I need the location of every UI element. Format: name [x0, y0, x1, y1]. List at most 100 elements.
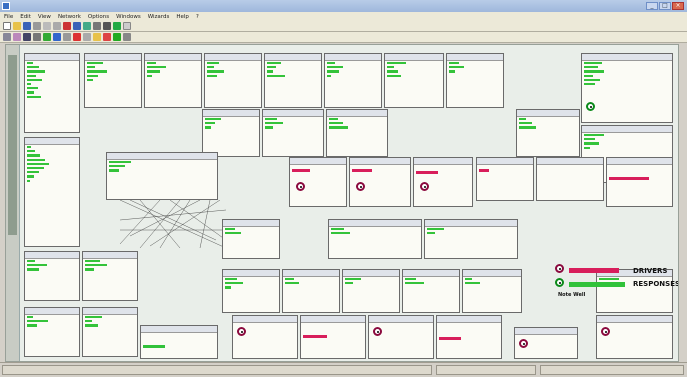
node-panel[interactable] — [384, 53, 444, 108]
delete-icon[interactable] — [63, 22, 71, 30]
copy-icon[interactable] — [43, 22, 51, 30]
driver-node-panel[interactable] — [413, 157, 473, 207]
belief-bars — [465, 278, 487, 286]
run-icon[interactable] — [113, 22, 121, 30]
driver-node-panel[interactable] — [349, 157, 411, 207]
menu-edit[interactable]: Edit — [20, 14, 31, 20]
vertical-scrollbar[interactable] — [6, 45, 20, 361]
driver-node-panel[interactable] — [232, 315, 298, 359]
align-tool-icon[interactable] — [83, 33, 91, 41]
menu-help[interactable]: Help — [176, 14, 189, 20]
node-panel[interactable] — [462, 269, 522, 313]
node-panel[interactable] — [424, 219, 518, 259]
menu-view[interactable]: View — [38, 14, 51, 20]
node-panel[interactable] — [402, 269, 460, 313]
legend-drivers-label: DRIVERS — [633, 267, 668, 275]
driver-node-panel[interactable] — [289, 157, 347, 207]
compile-icon[interactable] — [83, 22, 91, 30]
paste-icon[interactable] — [53, 22, 61, 30]
node-panel[interactable] — [106, 152, 218, 200]
table-icon[interactable] — [93, 22, 101, 30]
node-tool-icon[interactable] — [13, 33, 21, 41]
menu-question[interactable]: ? — [196, 14, 199, 20]
node-title — [537, 158, 603, 165]
maximize-button[interactable]: □ — [659, 2, 671, 10]
driver-node-panel[interactable] — [514, 327, 578, 359]
node-panel[interactable] — [282, 269, 340, 313]
node-panel[interactable] — [264, 53, 322, 108]
cut-icon[interactable] — [33, 22, 41, 30]
menu-network[interactable]: Network — [58, 14, 81, 20]
link-tool-icon[interactable] — [23, 33, 31, 41]
node-title — [385, 54, 443, 61]
node-panel[interactable] — [446, 53, 504, 108]
pencil-icon[interactable] — [103, 33, 111, 41]
node-panel[interactable] — [222, 219, 280, 259]
minimize-button[interactable]: _ — [646, 2, 658, 10]
driver-node-panel[interactable] — [596, 315, 673, 359]
node-panel[interactable] — [204, 53, 262, 108]
menu-options[interactable]: Options — [88, 14, 109, 20]
node-panel[interactable] — [202, 109, 260, 157]
node-title — [83, 308, 137, 315]
driver-node-panel[interactable] — [368, 315, 434, 359]
decision-tool-icon[interactable] — [53, 33, 61, 41]
node-panel[interactable] — [24, 307, 80, 357]
belief-bars — [85, 316, 107, 329]
node-panel[interactable] — [144, 53, 202, 108]
node-panel[interactable] — [328, 219, 422, 259]
belief-bars — [584, 62, 606, 87]
new-file-icon[interactable] — [3, 22, 11, 30]
node-toolbar — [0, 32, 687, 43]
driver-marker-icon — [373, 327, 382, 336]
open-folder-icon[interactable] — [13, 22, 21, 30]
network-canvas[interactable]: DRIVERS RESPONSES Note Well — [5, 44, 679, 362]
node-title — [329, 220, 421, 227]
node-panel[interactable] — [82, 307, 138, 357]
node-title — [327, 110, 387, 117]
network-icon[interactable] — [73, 22, 81, 30]
check-icon[interactable] — [113, 33, 121, 41]
node-panel[interactable] — [84, 53, 142, 108]
utility-tool-icon[interactable] — [73, 33, 81, 41]
driver-marker-icon — [601, 327, 610, 336]
node-panel[interactable] — [581, 53, 673, 123]
node-title — [25, 54, 79, 61]
driver-node-panel[interactable] — [436, 315, 502, 359]
node-panel[interactable] — [342, 269, 400, 313]
layout-tool-icon[interactable] — [63, 33, 71, 41]
menu-windows[interactable]: Windows — [116, 14, 141, 20]
node-panel[interactable] — [516, 109, 580, 157]
bar-tool-icon[interactable] — [43, 33, 51, 41]
node-title — [597, 316, 672, 323]
node-panel[interactable] — [536, 157, 604, 201]
node-panel[interactable] — [24, 53, 80, 133]
node-panel[interactable] — [326, 109, 388, 157]
save-icon[interactable] — [23, 22, 31, 30]
node-panel[interactable] — [262, 109, 324, 157]
belief-bars — [405, 278, 427, 286]
menu-wizards[interactable]: Wizards — [148, 14, 170, 20]
driver-node-panel[interactable] — [300, 315, 366, 359]
node-panel[interactable] — [476, 157, 534, 201]
node-panel[interactable] — [324, 53, 382, 108]
node-panel[interactable] — [24, 251, 80, 301]
node-panel[interactable] — [24, 137, 80, 247]
belief-bars — [207, 62, 229, 79]
driver-node-panel[interactable] — [606, 157, 673, 207]
table-tool-icon[interactable] — [33, 33, 41, 41]
scrollbar-thumb[interactable] — [8, 55, 17, 235]
belief-bars — [85, 260, 107, 273]
select-tool-icon[interactable] — [3, 33, 11, 41]
node-panel[interactable] — [140, 325, 218, 359]
node-panel[interactable] — [82, 251, 138, 301]
grid-icon[interactable] — [103, 22, 111, 30]
zoom-icon[interactable] — [123, 33, 131, 41]
node-panel[interactable] — [222, 269, 280, 313]
menu-file[interactable]: File — [4, 14, 13, 20]
node-title — [290, 158, 346, 165]
help-icon[interactable] — [123, 22, 131, 30]
lightbulb-icon[interactable] — [93, 33, 101, 41]
close-button[interactable]: × — [672, 2, 684, 10]
title-bar[interactable]: _ □ × — [0, 0, 687, 12]
